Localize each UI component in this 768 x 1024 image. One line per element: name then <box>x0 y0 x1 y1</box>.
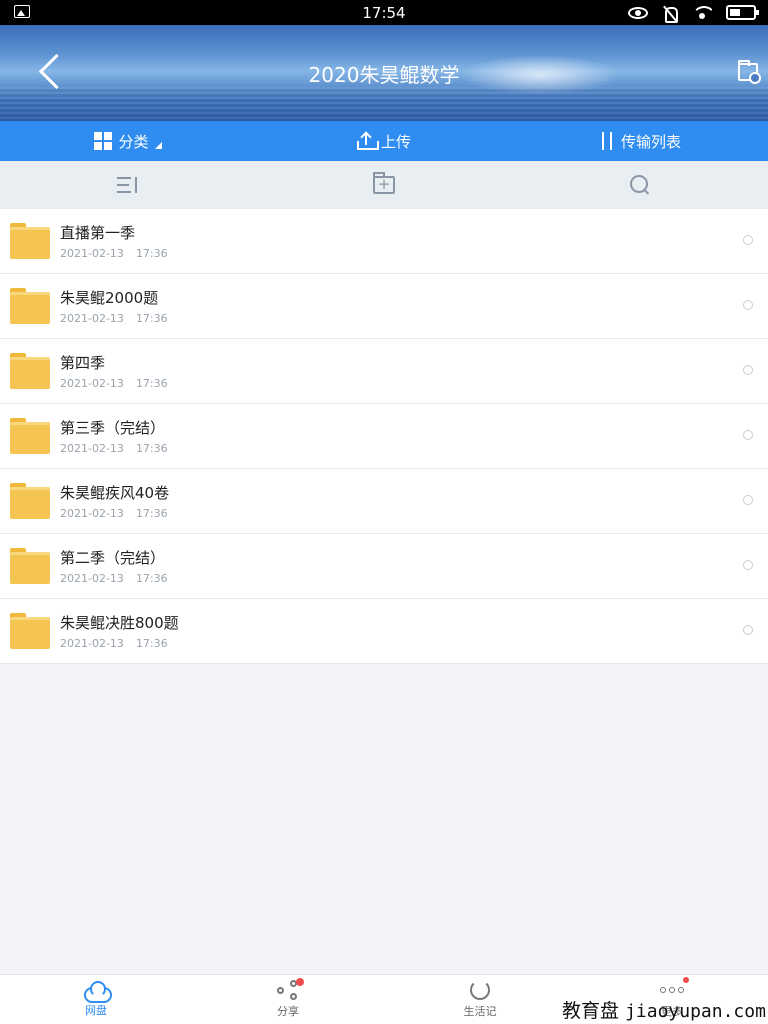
file-date: 2021-02-13 <box>60 442 124 455</box>
list-item[interactable]: 朱昊鲲疾风40卷 2021-02-13 17:36 <box>0 469 768 534</box>
sort-icon <box>117 177 139 193</box>
upload-icon <box>356 132 379 150</box>
file-meta: 2021-02-13 17:36 <box>60 312 168 325</box>
file-time: 17:36 <box>135 377 168 390</box>
file-time: 17:36 <box>135 572 168 585</box>
category-button[interactable]: 分类 <box>0 121 256 161</box>
notification-badge <box>683 977 689 983</box>
select-radio[interactable] <box>743 235 753 245</box>
file-date: 2021-02-13 <box>60 637 124 650</box>
file-meta: 2021-02-13 17:36 <box>60 247 168 260</box>
wifi-icon <box>692 5 712 20</box>
file-name: 朱昊鲲决胜800题 <box>60 614 179 632</box>
folder-icon <box>10 548 50 584</box>
select-radio[interactable] <box>743 365 753 375</box>
list-item[interactable]: 第二季（完结） 2021-02-13 17:36 <box>0 534 768 599</box>
file-name: 第三季（完结） <box>60 419 166 437</box>
watermark-en: jiaoyupan.com <box>625 1001 766 1022</box>
file-meta: 2021-02-13 17:36 <box>60 572 168 585</box>
nav-label: 网盘 <box>85 1004 107 1017</box>
category-label: 分类 <box>118 132 149 151</box>
select-radio[interactable] <box>743 430 753 440</box>
folder-icon <box>10 483 50 519</box>
select-radio[interactable] <box>743 625 753 635</box>
search-icon <box>630 175 650 195</box>
eye-icon <box>628 6 648 19</box>
new-folder-icon <box>373 172 395 194</box>
toolbar: 分类 上传 传输列表 <box>0 121 768 161</box>
sub-toolbar <box>0 161 768 209</box>
file-list: 直播第一季 2021-02-13 17:36 朱昊鲲2000题 2021-02-1… <box>0 209 768 664</box>
battery-icon <box>726 5 759 20</box>
list-item[interactable]: 第三季（完结） 2021-02-13 17:36 <box>0 404 768 469</box>
select-radio[interactable] <box>743 300 753 310</box>
folder-icon <box>10 223 50 259</box>
notification-badge <box>296 978 304 986</box>
mute-icon <box>662 5 678 23</box>
nav-label: 生活记 <box>463 1005 497 1018</box>
header: 2020朱昊鲲数学 <box>0 25 768 121</box>
file-time: 17:36 <box>135 312 168 325</box>
status-bar: 17:54 <box>0 0 768 25</box>
folder-icon <box>10 418 50 454</box>
cloud-icon <box>84 981 112 1003</box>
file-time: 17:36 <box>135 247 168 260</box>
file-time: 17:36 <box>135 637 168 650</box>
file-date: 2021-02-13 <box>60 312 124 325</box>
transfer-label: 传输列表 <box>620 132 681 151</box>
file-date: 2021-02-13 <box>60 377 124 390</box>
nav-share[interactable]: 分享 <box>192 975 384 1024</box>
select-radio[interactable] <box>743 560 753 570</box>
file-meta: 2021-02-13 17:36 <box>60 442 168 455</box>
file-time: 17:36 <box>135 507 168 520</box>
file-name: 第二季（完结） <box>60 549 166 567</box>
folder-settings-icon[interactable] <box>738 60 761 84</box>
file-time: 17:36 <box>135 442 168 455</box>
list-item[interactable]: 第四季 2021-02-13 17:36 <box>0 339 768 404</box>
list-item[interactable]: 直播第一季 2021-02-13 17:36 <box>0 209 768 274</box>
status-icons <box>628 0 759 25</box>
file-meta: 2021-02-13 17:36 <box>60 377 168 390</box>
upload-label: 上传 <box>380 132 411 151</box>
nav-label: 分享 <box>277 1005 299 1018</box>
search-button[interactable] <box>512 161 768 209</box>
file-name: 第四季 <box>60 354 106 372</box>
file-meta: 2021-02-13 17:36 <box>60 637 168 650</box>
list-item[interactable]: 朱昊鲲决胜800题 2021-02-13 17:36 <box>0 599 768 664</box>
gallery-icon <box>14 5 30 18</box>
nav-life[interactable]: 生活记 <box>384 975 576 1024</box>
transfer-list-button[interactable]: 传输列表 <box>512 121 768 161</box>
file-date: 2021-02-13 <box>60 247 124 260</box>
sort-button[interactable] <box>0 161 256 209</box>
dropdown-triangle-icon <box>154 141 162 149</box>
watermark-cn: 教育盘 <box>562 1000 620 1022</box>
page-title: 2020朱昊鲲数学 <box>308 63 460 87</box>
status-time: 17:54 <box>362 3 406 22</box>
upload-button[interactable]: 上传 <box>256 121 512 161</box>
folder-icon <box>10 613 50 649</box>
watermark: 教育盘 jiaoyupan.com <box>562 996 766 1023</box>
nav-cloud-drive[interactable]: 网盘 <box>0 975 192 1024</box>
list-item[interactable]: 朱昊鲲2000题 2021-02-13 17:36 <box>0 274 768 339</box>
file-name: 朱昊鲲2000题 <box>60 289 159 307</box>
life-icon <box>470 980 490 1000</box>
select-radio[interactable] <box>743 495 753 505</box>
file-name: 朱昊鲲疾风40卷 <box>60 484 170 502</box>
new-folder-button[interactable] <box>256 161 512 209</box>
file-meta: 2021-02-13 17:36 <box>60 507 168 520</box>
grid-icon <box>94 132 113 150</box>
folder-icon <box>10 353 50 389</box>
transfer-icon <box>599 132 615 150</box>
file-date: 2021-02-13 <box>60 507 124 520</box>
file-date: 2021-02-13 <box>60 572 124 585</box>
file-name: 直播第一季 <box>60 224 136 242</box>
folder-icon <box>10 288 50 324</box>
